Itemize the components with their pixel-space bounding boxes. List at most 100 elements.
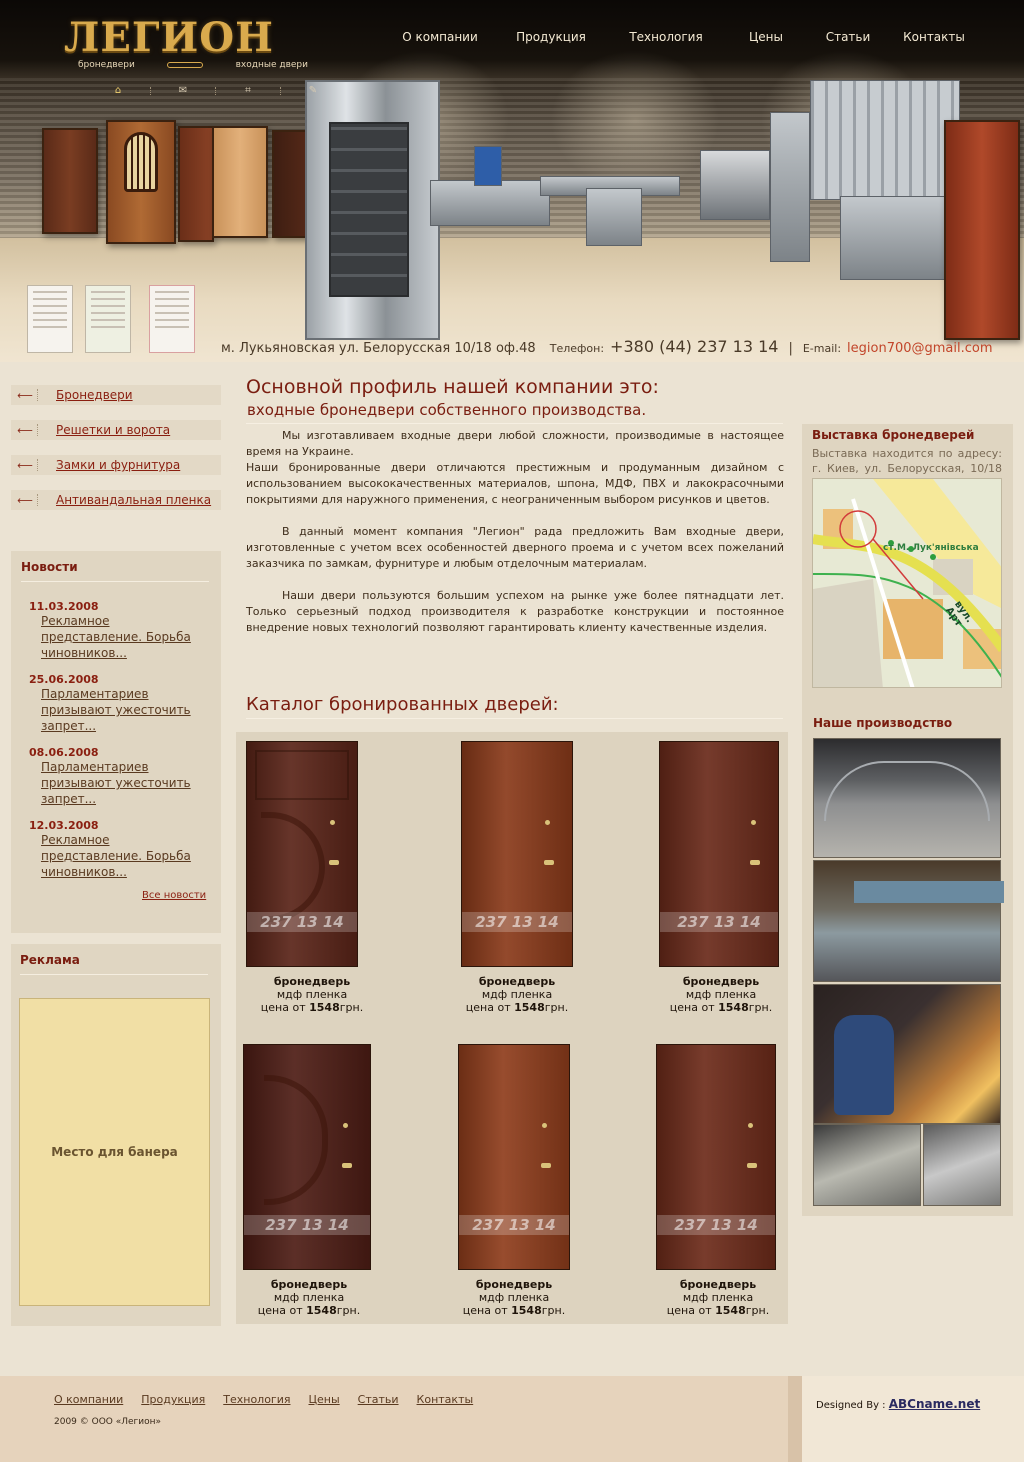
paragraph: Мы изготавливаем входные двери любой сло… xyxy=(246,429,784,458)
paragraph: Наши двери пользуются большим успехом на… xyxy=(246,589,784,634)
news-date: 25.06.2008 xyxy=(29,673,99,686)
product-material: мдф пленка xyxy=(276,988,348,1001)
top-navigation: О компании Продукция Технология Цены Ста… xyxy=(390,30,990,44)
nav-technology[interactable]: Технология xyxy=(612,30,720,44)
sidebar-item-grilles[interactable]: ⟵ Решетки и ворота xyxy=(11,420,221,440)
news-link[interactable]: Парламентариев призывают ужесточить запр… xyxy=(41,686,211,734)
currency: грн. xyxy=(336,1304,361,1317)
currency: грн. xyxy=(745,1304,770,1317)
banner-placeholder[interactable]: Место для банера xyxy=(19,998,210,1306)
product-price-line: цена от 1548грн. xyxy=(646,1001,796,1014)
exhibit-title: Выставка бронедверей xyxy=(812,428,975,442)
product-image[interactable]: 237 13 14 xyxy=(656,1044,776,1270)
footer-nav-about[interactable]: О компании xyxy=(54,1393,123,1406)
nav-articles[interactable]: Статьи xyxy=(812,30,884,44)
separator: | xyxy=(788,341,793,356)
designer-link[interactable]: ABCname.net xyxy=(889,1397,981,1411)
divider xyxy=(246,423,783,424)
divider xyxy=(215,87,216,95)
price-prefix: цена от xyxy=(462,1304,508,1317)
product-price-line: цена от 1548грн. xyxy=(237,1001,387,1014)
door-illustration xyxy=(944,120,1020,340)
product-price-line: цена от 1548грн. xyxy=(643,1304,793,1317)
footer-nav-products[interactable]: Продукция xyxy=(141,1393,205,1406)
news-link[interactable]: Парламентариев призывают ужесточить запр… xyxy=(41,759,211,807)
product-caption: бронедверь мдф пленка цена от 1548грн. xyxy=(442,975,592,1014)
product-image[interactable]: 237 13 14 xyxy=(659,741,779,967)
news-item: 12.03.2008 Рекламное представление. Борь… xyxy=(29,819,211,880)
footer-nav-prices[interactable]: Цены xyxy=(308,1393,339,1406)
production-photo[interactable] xyxy=(813,860,1004,982)
product-image[interactable]: 237 13 14 xyxy=(458,1044,570,1270)
machine-illustration xyxy=(810,80,960,200)
watermark: 237 13 14 xyxy=(247,912,357,932)
product-name[interactable]: бронедверь xyxy=(643,1278,793,1291)
edit-icon[interactable]: ✎ xyxy=(307,86,319,96)
all-news-link[interactable]: Все новости xyxy=(142,890,206,901)
footer-nav-technology[interactable]: Технология xyxy=(223,1393,290,1406)
news-link[interactable]: Рекламное представление. Борьба чиновник… xyxy=(41,613,211,661)
watermark: 237 13 14 xyxy=(462,912,572,932)
sidebar-item-label[interactable]: Антивандальная пленка xyxy=(56,493,211,507)
footer-nav-articles[interactable]: Статьи xyxy=(358,1393,399,1406)
sidebar-item-label[interactable]: Бронедвери xyxy=(56,388,133,402)
nav-products[interactable]: Продукция xyxy=(490,30,612,44)
price-value: 1548 xyxy=(309,1001,340,1014)
product-name[interactable]: бронедверь xyxy=(439,1278,589,1291)
certificate-image xyxy=(149,285,195,353)
product-name[interactable]: бронедверь xyxy=(234,1278,384,1291)
tagline-right: входные двери xyxy=(235,60,308,70)
production-photo[interactable] xyxy=(813,1124,921,1206)
sidebar-item-doors[interactable]: ⟵ Бронедвери xyxy=(11,385,221,405)
page-title: Основной профиль нашей компании это: xyxy=(246,376,659,398)
logo[interactable]: ЛЕГИОН бронедвери входные двери xyxy=(64,14,309,74)
ads-title: Реклама xyxy=(20,953,80,967)
currency: грн. xyxy=(544,1001,569,1014)
news-link[interactable]: Рекламное представление. Борьба чиновник… xyxy=(41,832,211,880)
location-map[interactable]: ст.М. Лук'янівська вул. Арт xyxy=(812,478,1002,688)
product-name[interactable]: бронедверь xyxy=(237,975,387,988)
arrow-left-icon: ⟵ xyxy=(17,388,33,402)
sidebar-item-label[interactable]: Решетки и ворота xyxy=(56,423,170,437)
product-name[interactable]: бронедверь xyxy=(442,975,592,988)
email-link[interactable]: legion700@gmail.com xyxy=(847,341,992,356)
sitemap-icon[interactable]: ⌗ xyxy=(242,86,254,96)
footer-nav-contacts[interactable]: Контакты xyxy=(417,1393,474,1406)
product-name[interactable]: бронедверь xyxy=(646,975,796,988)
price-prefix: цена от xyxy=(669,1001,715,1014)
paragraph: Наши бронированные двери отличаются прес… xyxy=(246,461,784,506)
spotlight xyxy=(550,50,720,190)
production-photo[interactable] xyxy=(813,984,1001,1124)
price-value: 1548 xyxy=(511,1304,542,1317)
divider xyxy=(37,494,38,506)
product-material: мдф пленка xyxy=(685,988,757,1001)
product-material: мдф пленка xyxy=(273,1291,345,1304)
production-photo[interactable] xyxy=(923,1124,1001,1206)
currency: грн. xyxy=(541,1304,566,1317)
product-image[interactable]: 237 13 14 xyxy=(243,1044,371,1270)
product-image[interactable]: 237 13 14 xyxy=(246,741,358,967)
footer-strip xyxy=(788,1376,802,1462)
price-value: 1548 xyxy=(306,1304,337,1317)
vault-door-illustration xyxy=(305,80,440,340)
arrow-left-icon: ⟵ xyxy=(17,458,33,472)
designed-by: Designed By : ABCname.net xyxy=(816,1397,980,1411)
sidebar-item-locks[interactable]: ⟵ Замки и фурнитура xyxy=(11,455,221,475)
currency: грн. xyxy=(339,1001,364,1014)
product-image[interactable]: 237 13 14 xyxy=(461,741,573,967)
home-icon[interactable]: ⌂ xyxy=(112,86,124,96)
nav-prices[interactable]: Цены xyxy=(720,30,812,44)
production-photo[interactable] xyxy=(813,738,1001,858)
door-illustration xyxy=(212,126,268,238)
nav-contacts[interactable]: Контакты xyxy=(884,30,984,44)
sidebar-item-film[interactable]: ⟵ Антивандальная пленка xyxy=(11,490,221,510)
news-item: 08.06.2008 Парламентариев призывают ужес… xyxy=(29,746,211,807)
machine-illustration xyxy=(700,150,770,220)
phone-number[interactable]: +380 (44) 237 13 14 xyxy=(610,337,778,356)
intro-text: Мы изготавливаем входные двери любой сло… xyxy=(246,428,784,652)
nav-about[interactable]: О компании xyxy=(390,30,490,44)
product-price-line: цена от 1548грн. xyxy=(234,1304,384,1317)
sidebar-item-label[interactable]: Замки и фурнитура xyxy=(56,458,180,472)
mail-icon[interactable]: ✉ xyxy=(177,86,189,96)
news-date: 11.03.2008 xyxy=(29,600,99,613)
